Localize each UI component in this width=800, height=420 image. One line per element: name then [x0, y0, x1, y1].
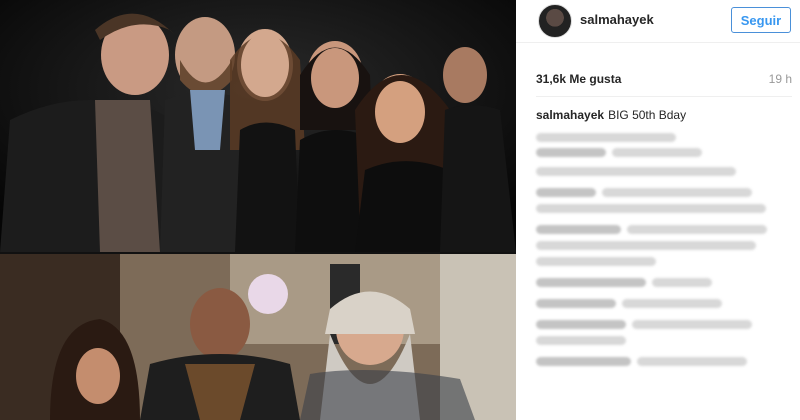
blurred-comment — [536, 133, 676, 142]
list-item — [536, 188, 792, 197]
blurred-comment — [652, 278, 712, 287]
header-username[interactable]: salmahayek — [580, 12, 654, 27]
blurred-username — [536, 225, 621, 234]
blurred-comment — [536, 241, 756, 250]
post-timestamp[interactable]: 19 h — [769, 72, 792, 86]
blurred-comment — [632, 320, 752, 329]
blurred-username — [536, 320, 626, 329]
avatar[interactable] — [538, 4, 572, 38]
blurred-username — [536, 357, 631, 366]
follow-button[interactable]: Seguir — [731, 7, 791, 33]
blurred-comment — [536, 257, 656, 266]
blurred-comment — [622, 299, 722, 308]
blurred-username — [536, 188, 596, 197]
post-stats: 31,6k Me gusta 19 h — [536, 72, 792, 92]
blurred-comment — [612, 148, 702, 157]
blurred-comment — [536, 167, 736, 176]
post-side-panel: salmahayek Seguir 31,6k Me gusta 19 h sa… — [516, 0, 800, 420]
list-item — [536, 148, 792, 157]
list-item — [536, 225, 792, 234]
likes-count[interactable]: 31,6k Me gusta — [536, 72, 621, 86]
blurred-comment — [536, 336, 626, 345]
party-photo-bottom — [0, 254, 516, 420]
list-item — [536, 320, 792, 329]
list-item — [536, 299, 792, 308]
blurred-username — [536, 299, 616, 308]
caption: salmahayek BIG 50th Bday — [536, 106, 792, 126]
party-photo-top — [0, 0, 516, 252]
list-item — [536, 278, 792, 287]
blurred-username — [536, 278, 646, 287]
post-header: salmahayek Seguir — [516, 0, 800, 43]
list-item — [536, 357, 792, 366]
post-image[interactable] — [0, 0, 516, 420]
comments-list: salmahayek BIG 50th Bday — [536, 106, 792, 372]
blurred-username — [536, 148, 606, 157]
caption-username[interactable]: salmahayek — [536, 108, 604, 122]
blurred-comment — [536, 204, 766, 213]
blurred-comment — [637, 357, 747, 366]
blurred-comment — [627, 225, 767, 234]
blurred-comment — [602, 188, 752, 197]
caption-text: BIG 50th Bday — [608, 108, 687, 122]
divider — [536, 96, 792, 97]
